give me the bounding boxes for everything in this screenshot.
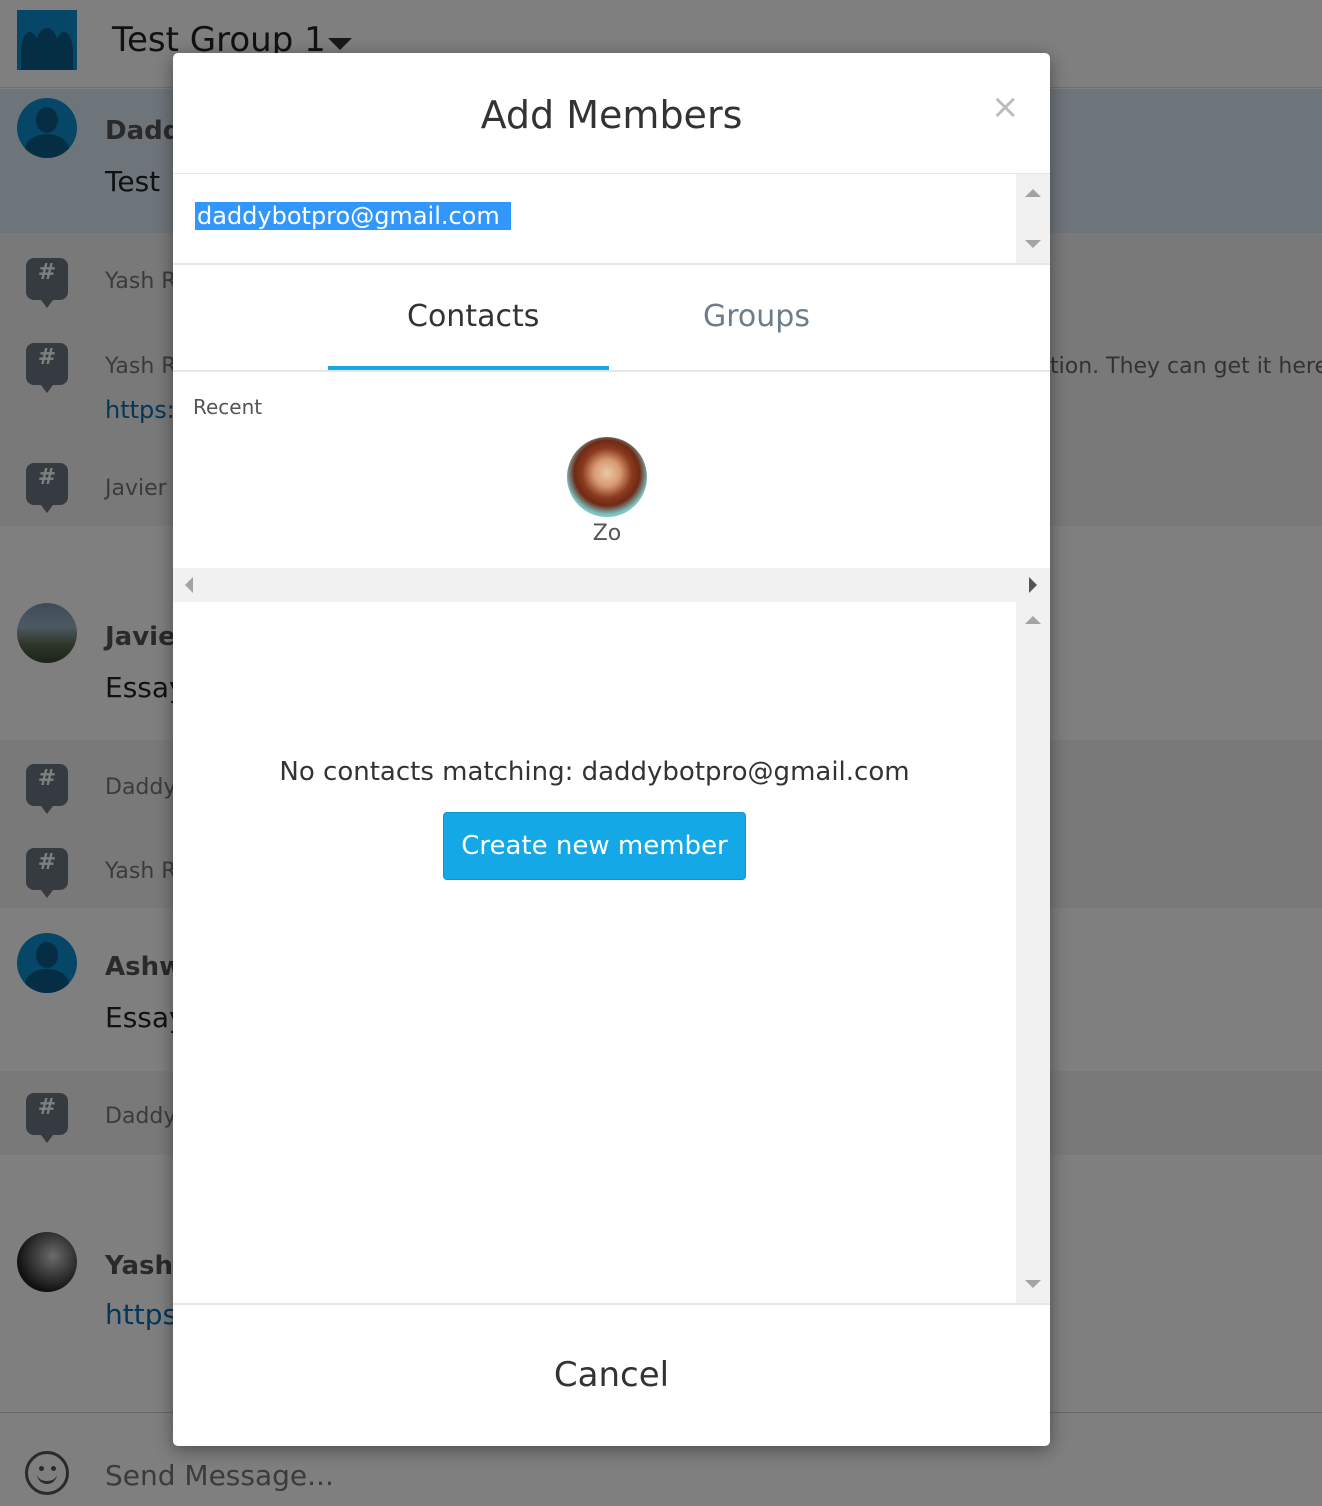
scroll-down-icon[interactable]	[1025, 1280, 1041, 1288]
divider	[173, 370, 1050, 372]
add-members-dialog: Add Members × Contacts Groups Recent Zo …	[173, 53, 1050, 1446]
scroll-up-icon[interactable]	[1025, 189, 1041, 197]
dialog-title: Add Members	[480, 93, 743, 137]
scroll-down-icon[interactable]	[1025, 240, 1041, 248]
close-icon[interactable]: ×	[991, 87, 1020, 127]
cancel-button[interactable]: Cancel	[173, 1305, 1050, 1446]
scroll-right-icon[interactable]	[1029, 577, 1037, 593]
scroll-up-icon[interactable]	[1025, 616, 1041, 624]
create-new-member-button[interactable]: Create new member	[443, 812, 746, 880]
member-search-box[interactable]	[173, 174, 1050, 265]
tab-groups[interactable]: Groups	[703, 299, 810, 334]
member-search-input[interactable]	[195, 202, 511, 230]
scroll-left-icon[interactable]	[185, 577, 193, 593]
contact-avatar[interactable]	[567, 437, 647, 517]
contact-name[interactable]: Zo	[567, 521, 647, 546]
recent-label: Recent	[193, 395, 263, 419]
horizontal-scrollbar[interactable]	[173, 568, 1050, 602]
tab-contacts[interactable]: Contacts	[407, 299, 539, 334]
no-contacts-message: No contacts matching: daddybotpro@gmail.…	[279, 757, 910, 787]
scrollbar[interactable]	[1016, 602, 1050, 1304]
divider	[173, 263, 1050, 265]
scrollbar[interactable]	[1016, 174, 1050, 265]
